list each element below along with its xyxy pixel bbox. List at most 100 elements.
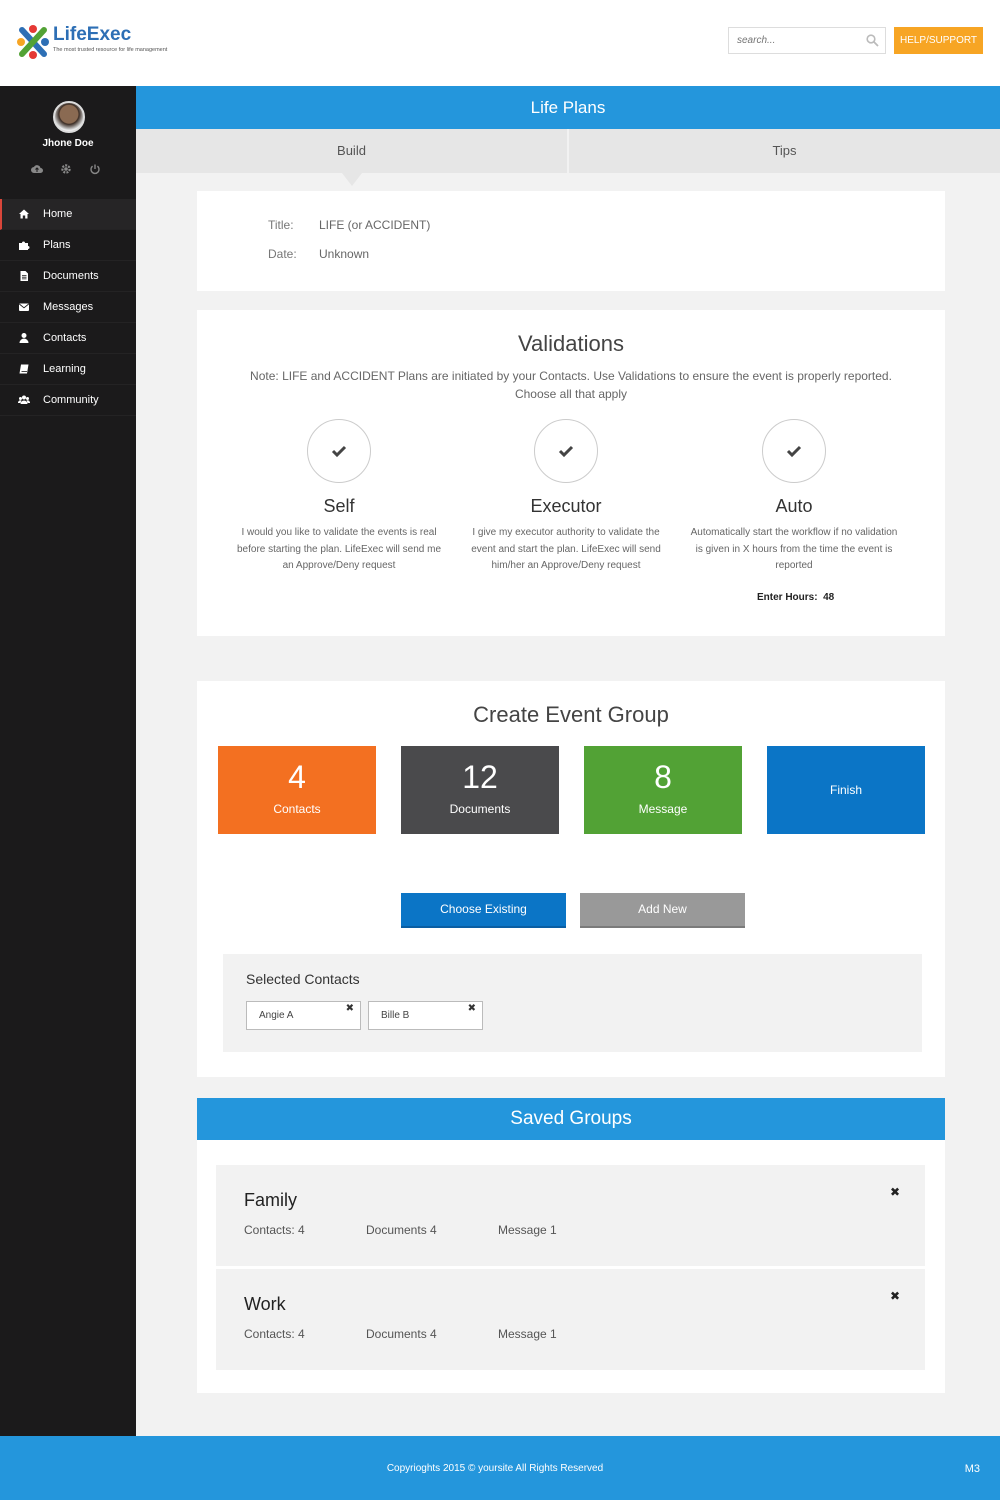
power-icon[interactable] <box>89 162 101 175</box>
check-icon <box>558 445 574 458</box>
logo-tagline: The most trusted resource for life manag… <box>53 47 168 53</box>
group-contacts: Contacts: 4 <box>244 1223 305 1237</box>
sidebar-item-label: Messages <box>43 301 94 313</box>
group-name: Work <box>244 1294 286 1314</box>
footer: Copyrioghts 2015 © yoursite All Rights R… <box>0 1436 1000 1500</box>
option-name: Self <box>323 496 355 516</box>
validations-note: Note: LIFE and ACCIDENT Plans are initia… <box>250 369 892 383</box>
validations-instruction: Choose all that apply <box>514 387 628 401</box>
group-message: Message 1 <box>498 1223 557 1237</box>
check-icon <box>331 445 347 458</box>
saved-groups-card: Saved Groups Family Contacts: 4 Document… <box>197 1098 945 1393</box>
plan-date-row: Date: Unknown <box>268 247 369 261</box>
validation-option-self[interactable]: Self I would you like to validate the ev… <box>229 419 449 575</box>
sidebar-item-label: Documents <box>43 270 99 282</box>
search-box <box>728 27 886 54</box>
sidebar-item-label: Plans <box>43 239 71 251</box>
selected-contacts-panel: Selected Contacts Angie A ✖ Bille B ✖ <box>223 954 922 1052</box>
plan-title-label: Title: <box>268 218 294 232</box>
tab-bar: Build Tips <box>136 129 1000 186</box>
copyright-text: Copyrioghts 2015 © yoursite All Rights R… <box>386 1463 604 1474</box>
sidebar-item-community[interactable]: Community <box>0 385 136 416</box>
contact-chip: Angie A ✖ <box>246 1001 361 1030</box>
tab-tips[interactable]: Tips <box>567 129 1000 173</box>
help-support-button[interactable]: HELP/SUPPORT <box>894 27 983 54</box>
event-tiles: 4 Contacts 12 Documents 8 Message Finish <box>218 746 925 834</box>
plan-title-row: Title: LIFE (or ACCIDENT) <box>268 218 430 232</box>
executor-checkbox[interactable] <box>534 419 598 483</box>
sidebar-item-label: Community <box>43 394 99 406</box>
sidebar-item-learning[interactable]: Learning <box>0 354 136 385</box>
logo-name: LifeExec <box>53 24 132 45</box>
sidebar-item-contacts[interactable]: Contacts <box>0 323 136 354</box>
tile-label: Message <box>638 802 688 816</box>
puzzle-icon <box>19 241 30 250</box>
user-icon <box>19 333 29 343</box>
sidebar-item-documents[interactable]: Documents <box>0 261 136 292</box>
option-description: I give my executor authority to validate… <box>471 527 661 571</box>
home-icon <box>19 209 29 219</box>
finish-tile[interactable]: Finish <box>767 746 925 834</box>
sidebar-item-messages[interactable]: Messages <box>0 292 136 323</box>
chip-label: Angie A <box>259 1010 294 1021</box>
hours-field: Enter Hours: 48 <box>757 592 834 603</box>
self-checkbox[interactable] <box>307 419 371 483</box>
validations-card: Validations Note: LIFE and ACCIDENT Plan… <box>197 310 945 636</box>
tile-label: Documents <box>449 802 511 816</box>
hours-input[interactable]: 48 <box>823 592 834 603</box>
event-group-heading: Create Event Group <box>473 702 669 727</box>
group-documents: Documents 4 <box>366 1327 437 1341</box>
group-name: Family <box>244 1190 297 1210</box>
avatar[interactable] <box>53 101 85 133</box>
search-input[interactable] <box>729 28 859 53</box>
message-tile[interactable]: 8 Message <box>584 746 742 834</box>
sidebar-item-home[interactable]: Home <box>0 199 136 230</box>
plan-date-value: Unknown <box>319 247 370 261</box>
users-icon <box>18 395 30 404</box>
gear-icon[interactable] <box>60 162 72 174</box>
group-contacts: Contacts: 4 <box>244 1327 305 1341</box>
group-message: Message 1 <box>498 1327 557 1341</box>
plan-title-value: LIFE (or ACCIDENT) <box>319 218 431 232</box>
check-icon <box>786 445 802 458</box>
contacts-count: 4 <box>288 759 306 795</box>
close-icon[interactable]: ✖ <box>890 1289 900 1303</box>
validation-option-executor[interactable]: Executor I give my executor authority to… <box>456 419 676 575</box>
auto-checkbox[interactable] <box>762 419 826 483</box>
group-documents: Documents 4 <box>366 1223 437 1237</box>
add-new-button[interactable]: Add New <box>580 893 745 928</box>
close-icon[interactable]: ✖ <box>468 1002 476 1016</box>
message-count: 8 <box>654 759 672 795</box>
close-icon[interactable]: ✖ <box>890 1185 900 1199</box>
tile-label: Finish <box>829 783 862 797</box>
contact-chip: Bille B ✖ <box>368 1001 483 1030</box>
documents-tile[interactable]: 12 Documents <box>401 746 559 834</box>
option-name: Auto <box>775 496 813 516</box>
sidebar-item-plans[interactable]: Plans <box>0 230 136 261</box>
plan-info-card: Title: LIFE (or ACCIDENT) Date: Unknown <box>197 191 945 291</box>
sidebar-item-label: Home <box>43 208 73 220</box>
plan-date-label: Date: <box>268 247 297 261</box>
sidebar-item-label: Contacts <box>43 332 87 344</box>
sidebar: Jhone Doe Home Plans Documents Messages <box>0 86 136 1436</box>
hours-label: Enter Hours: <box>757 592 818 603</box>
contacts-tile[interactable]: 4 Contacts <box>218 746 376 834</box>
selected-contacts-title: Selected Contacts <box>246 971 360 987</box>
logo[interactable]: LifeExec The most trusted resource for l… <box>16 24 167 60</box>
page-title: Life Plans <box>136 86 1000 129</box>
search-icon[interactable] <box>866 34 879 47</box>
cloud-upload-icon[interactable] <box>31 162 43 174</box>
envelope-icon <box>19 303 29 311</box>
documents-count: 12 <box>462 759 498 795</box>
tab-build[interactable]: Build <box>136 129 567 186</box>
close-icon[interactable]: ✖ <box>346 1002 354 1016</box>
saved-group-work[interactable]: Work Contacts: 4 Documents 4 Message 1 ✖ <box>216 1269 925 1370</box>
saved-groups-heading: Saved Groups <box>197 1098 945 1140</box>
user-name: Jhone Doe <box>42 138 94 149</box>
book-icon <box>19 364 29 374</box>
saved-group-family[interactable]: Family Contacts: 4 Documents 4 Message 1… <box>216 1165 925 1266</box>
sidebar-item-label: Learning <box>43 363 86 375</box>
choose-existing-button[interactable]: Choose Existing <box>401 893 566 928</box>
option-description: I would you like to validate the events … <box>237 527 441 571</box>
validation-option-auto[interactable]: Auto Automatically start the workflow if… <box>684 419 904 575</box>
